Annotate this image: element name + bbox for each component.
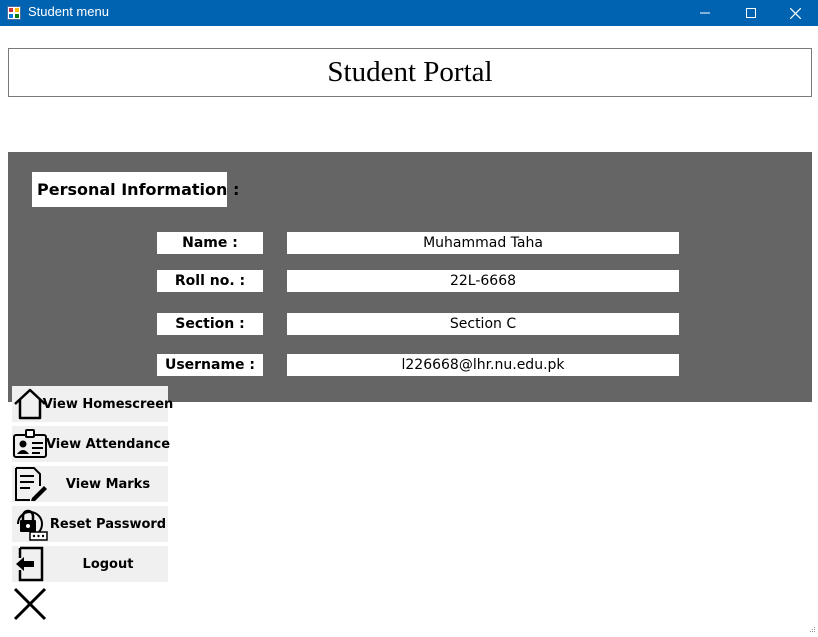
resize-grip-icon bbox=[810, 627, 815, 632]
name-label: Name : bbox=[157, 232, 263, 254]
logout-icon bbox=[12, 546, 48, 582]
view-homescreen-button[interactable]: View Homescreen bbox=[12, 386, 174, 422]
app-icon bbox=[7, 5, 21, 20]
roll-no-value: 22L-6668 bbox=[287, 270, 679, 292]
portal-title-box: Student Portal bbox=[8, 48, 812, 97]
section-label: Section : bbox=[157, 313, 263, 335]
exit-button[interactable] bbox=[12, 586, 48, 622]
name-value: Muhammad Taha bbox=[287, 232, 679, 254]
roll-no-label: Roll no. : bbox=[157, 270, 263, 292]
reset-password-button[interactable]: Reset Password bbox=[12, 506, 168, 542]
view-attendance-label: View Attendance bbox=[45, 436, 171, 452]
section-value: Section C bbox=[287, 313, 679, 335]
window-titlebar[interactable]: Student menu bbox=[0, 0, 818, 26]
maximize-button[interactable] bbox=[728, 0, 774, 26]
page-title: Student Portal bbox=[327, 56, 493, 88]
view-homescreen-label: View Homescreen bbox=[42, 396, 174, 412]
document-edit-icon bbox=[12, 466, 48, 502]
logout-button[interactable]: Logout bbox=[12, 546, 168, 582]
section-header: Personal Information : bbox=[32, 172, 239, 207]
view-marks-label: View Marks bbox=[65, 476, 151, 492]
reset-password-label: Reset Password bbox=[49, 516, 167, 532]
window-title: Student menu bbox=[28, 4, 109, 19]
view-marks-button[interactable]: View Marks bbox=[12, 466, 168, 502]
lock-reset-icon bbox=[12, 506, 48, 542]
resize-grip[interactable] bbox=[808, 618, 816, 632]
close-icon bbox=[789, 7, 801, 19]
section-header-label: Personal Information : bbox=[37, 180, 240, 199]
username-label: Username : bbox=[157, 354, 263, 376]
id-card-icon bbox=[12, 426, 48, 462]
logout-label: Logout bbox=[82, 556, 134, 572]
username-value: l226668@lhr.nu.edu.pk bbox=[287, 354, 679, 376]
personal-info-panel: Personal Information : Name : Muhammad T… bbox=[8, 152, 812, 402]
minimize-button[interactable] bbox=[682, 0, 728, 26]
view-attendance-button[interactable]: View Attendance bbox=[12, 426, 171, 462]
close-button[interactable] bbox=[772, 0, 818, 26]
minimize-icon bbox=[700, 12, 710, 14]
close-x-icon bbox=[13, 587, 47, 621]
maximize-icon bbox=[746, 8, 756, 18]
